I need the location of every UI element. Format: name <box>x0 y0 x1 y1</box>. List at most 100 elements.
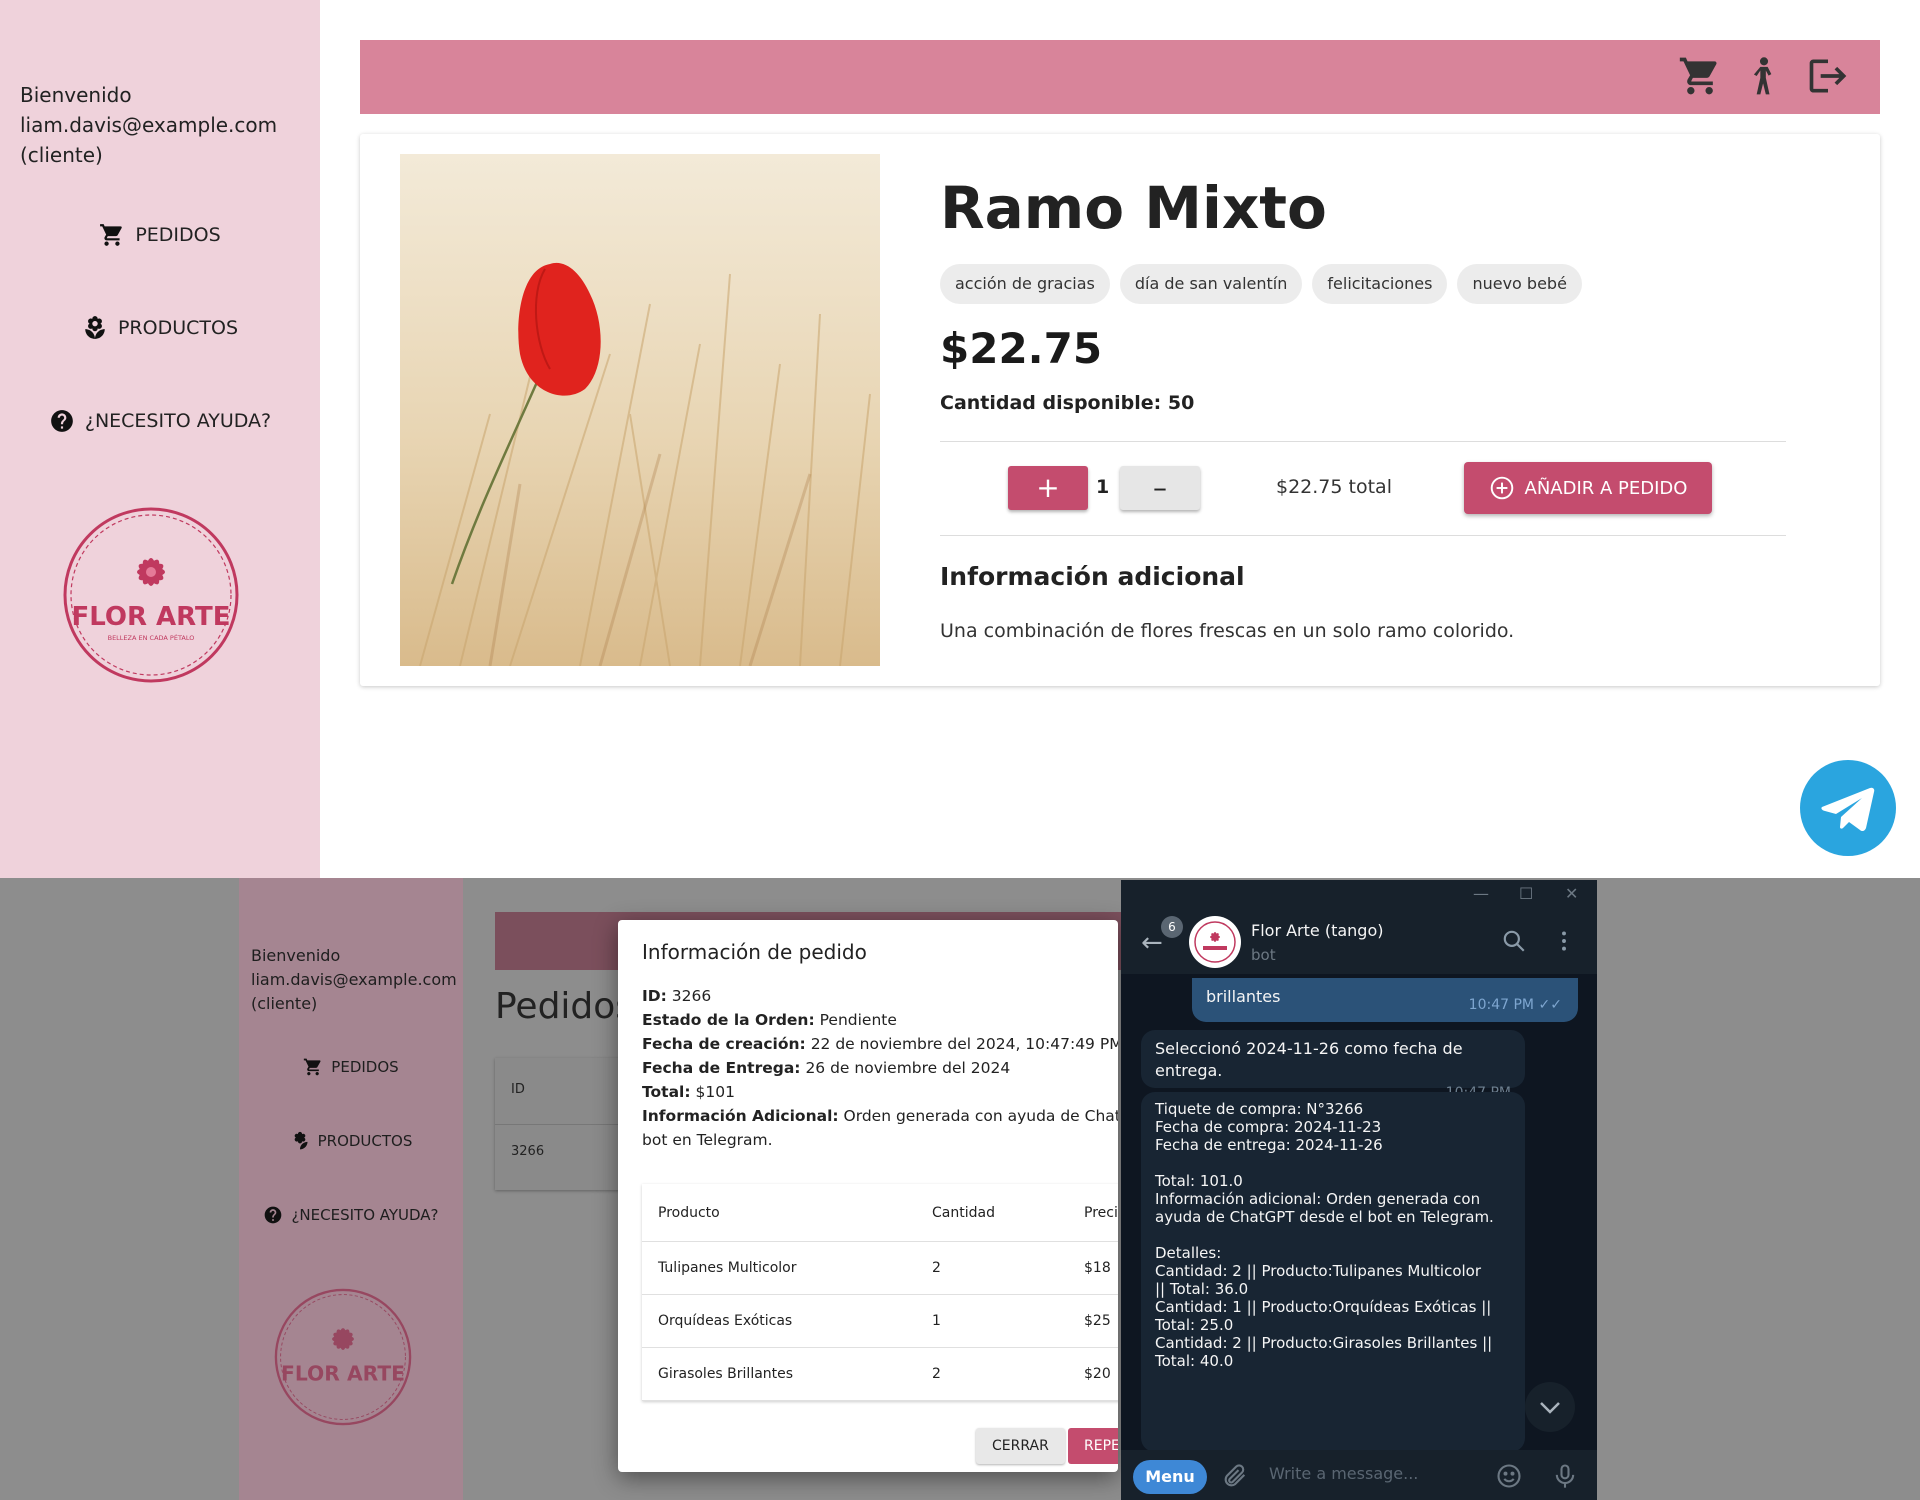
user-email: liam.davis@example.com <box>20 113 278 137</box>
cart-icon <box>304 1058 321 1076</box>
order-items-table: Producto Cantidad Preci Tulipanes Multic… <box>642 1184 1118 1401</box>
avatar[interactable] <box>1189 916 1241 968</box>
top-app-bar <box>360 40 1880 114</box>
more-vertical-icon[interactable] <box>1551 928 1577 954</box>
table-cell: Tulipanes Multicolor <box>658 1260 797 1276</box>
message-text: Seleccionó 2024-11-26 como fecha de entr… <box>1155 1039 1463 1080</box>
table-cell: 2 <box>932 1260 941 1276</box>
tag-chip[interactable]: felicitaciones <box>1312 264 1448 304</box>
person-icon[interactable] <box>1742 54 1786 98</box>
add-to-order-button[interactable]: AÑADIR A PEDIDO <box>1464 462 1712 514</box>
back-arrow-icon[interactable]: ← <box>1141 928 1163 958</box>
table-row: Girasoles Brillantes 2 $20 <box>642 1348 1118 1401</box>
order-extra-line-2: bot en Telegram. <box>642 1131 773 1149</box>
table-cell: Orquídeas Exóticas <box>658 1313 793 1329</box>
divider <box>940 535 1786 536</box>
message-line: Cantidad: 2 || Producto:Girasoles Brilla… <box>1155 1334 1493 1352</box>
sidebar-item-label: PRODUCTOS <box>117 317 239 339</box>
message-line: Total: 40.0 <box>1155 1352 1234 1370</box>
help-icon <box>265 1206 282 1224</box>
chat-subtitle: bot <box>1251 946 1276 964</box>
chat-header: ← 6 Flor Arte (tango) bot <box>1121 908 1597 974</box>
sidebar-item-productos[interactable]: PRODUCTOS <box>239 1131 463 1151</box>
tag-list: acción de gracias día de san valentín fe… <box>940 264 1582 304</box>
telegram-icon <box>1821 787 1875 832</box>
svg-text:FLOR ARTE: FLOR ARTE <box>71 602 230 632</box>
table-cell: Girasoles Brillantes <box>658 1366 794 1382</box>
page-title: Pedidos <box>495 986 635 1027</box>
order-extra-line: Información Adicional: Orden generada co… <box>642 1107 1118 1125</box>
divider <box>940 441 1786 442</box>
sidebar-item-ayuda[interactable]: ¿NECESITO AYUDA? <box>0 408 320 434</box>
close-icon[interactable]: ✕ <box>1565 884 1578 903</box>
order-info-dialog: Información de pedido ID: 3266 Estado de… <box>618 920 1118 1472</box>
search-icon[interactable] <box>1501 928 1527 954</box>
message-text: brillantes <box>1206 987 1281 1006</box>
welcome-message: Bienvenido liam.davis@example.com (clien… <box>20 80 277 170</box>
quantity-increase-button[interactable]: + <box>1008 466 1088 510</box>
sidebar-item-ayuda[interactable]: ¿NECESITO AYUDA? <box>239 1205 463 1225</box>
divider <box>495 1124 625 1125</box>
svg-text:FLOR ARTE: FLOR ARTE <box>281 1361 405 1385</box>
table-header: Cantidad <box>932 1204 995 1221</box>
tag-chip[interactable]: acción de gracias <box>940 264 1110 304</box>
message-text: Tiquete de compra: N°3266 Fecha de compra… <box>1155 1100 1511 1370</box>
svg-text:BELLEZA EN CADA PÉTALO: BELLEZA EN CADA PÉTALO <box>108 633 195 642</box>
table-row: Tulipanes Multicolor 2 $18 <box>642 1242 1118 1295</box>
product-image <box>400 154 880 666</box>
flor-arte-logo <box>1194 921 1236 963</box>
bot-menu-button[interactable]: Menu <box>1133 1460 1207 1494</box>
add-to-order-label: AÑADIR A PEDIDO <box>1524 477 1688 499</box>
quantity-decrease-button[interactable]: – <box>1120 466 1200 510</box>
minimize-icon[interactable]: — <box>1473 884 1489 903</box>
repeat-order-button[interactable]: REPET <box>1068 1428 1118 1464</box>
sidebar-item-pedidos[interactable]: PEDIDOS <box>239 1057 463 1077</box>
message-line: Total: 101.0 <box>1155 1172 1243 1190</box>
maximize-icon[interactable]: ☐ <box>1519 884 1533 903</box>
orders-table: ID 3266 <box>495 1058 625 1190</box>
scroll-down-button[interactable] <box>1525 1382 1575 1432</box>
help-icon <box>51 410 73 432</box>
telegram-button[interactable] <box>1800 760 1896 856</box>
sidebar-item-label: ¿NECESITO AYUDA? <box>291 1206 439 1224</box>
close-button[interactable]: CERRAR <box>976 1428 1065 1464</box>
sidebar-item-productos[interactable]: PRODUCTOS <box>0 315 320 341</box>
table-row: Orquídeas Exóticas 1 $25 <box>642 1295 1118 1348</box>
table-cell: $25 <box>1084 1313 1111 1329</box>
microphone-icon[interactable] <box>1551 1462 1579 1490</box>
logout-icon[interactable] <box>1806 54 1850 98</box>
welcome-line: Bienvenido <box>20 83 132 107</box>
message-line: Fecha de compra: 2024-11-23 <box>1155 1118 1382 1136</box>
emoji-icon[interactable] <box>1495 1462 1523 1490</box>
tag-chip[interactable]: día de san valentín <box>1119 264 1303 304</box>
stock-label: Cantidad disponible: 50 <box>940 392 1195 414</box>
message-line <box>1155 1226 1511 1244</box>
add-circle-icon <box>1490 476 1513 500</box>
message-incoming: Seleccionó 2024-11-26 como fecha de entr… <box>1141 1030 1525 1101</box>
table-header-id: ID <box>511 1082 525 1097</box>
paperclip-icon[interactable] <box>1221 1462 1249 1490</box>
message-composer: Menu Write a message... <box>1121 1450 1597 1500</box>
double-check-icon: ✓✓ <box>1538 997 1562 1013</box>
cart-icon[interactable] <box>1678 54 1722 98</box>
table-cell: $20 <box>1084 1366 1111 1382</box>
quantity-value: 1 <box>1096 476 1110 498</box>
info-description: Una combinación de flores frescas en un … <box>940 620 1515 642</box>
order-created-line: Fecha de creación: 22 de noviembre del 2… <box>642 1035 1118 1053</box>
welcome-message: Bienvenido liam.davis@example.com (clien… <box>251 944 457 1016</box>
message-incoming: Tiquete de compra: N°3266 Fecha de compra… <box>1141 1092 1525 1452</box>
message-line: ayuda de ChatGPT desde el bot en Telegra… <box>1155 1208 1494 1226</box>
window-titlebar: — ☐ ✕ <box>1121 880 1597 908</box>
message-outgoing: brillantes 10:47 PM ✓✓ <box>1192 978 1578 1022</box>
product-title: Ramo Mixto <box>940 174 1327 242</box>
flor-arte-logo: FLOR ARTE BELLEZA EN CADA PÉTALO <box>63 507 239 683</box>
table-cell-id[interactable]: 3266 <box>511 1144 544 1159</box>
sidebar-item-pedidos[interactable]: PEDIDOS <box>0 222 320 248</box>
table-header: Producto <box>658 1204 720 1221</box>
message-line: Fecha de entrega: 2024-11-26 <box>1155 1136 1383 1154</box>
welcome-line: Bienvenido <box>251 946 341 965</box>
tag-chip[interactable]: nuevo bebé <box>1457 264 1582 304</box>
unread-badge: 6 <box>1161 916 1183 938</box>
table-cell: 2 <box>932 1366 941 1382</box>
message-input[interactable]: Write a message... <box>1269 1464 1418 1483</box>
